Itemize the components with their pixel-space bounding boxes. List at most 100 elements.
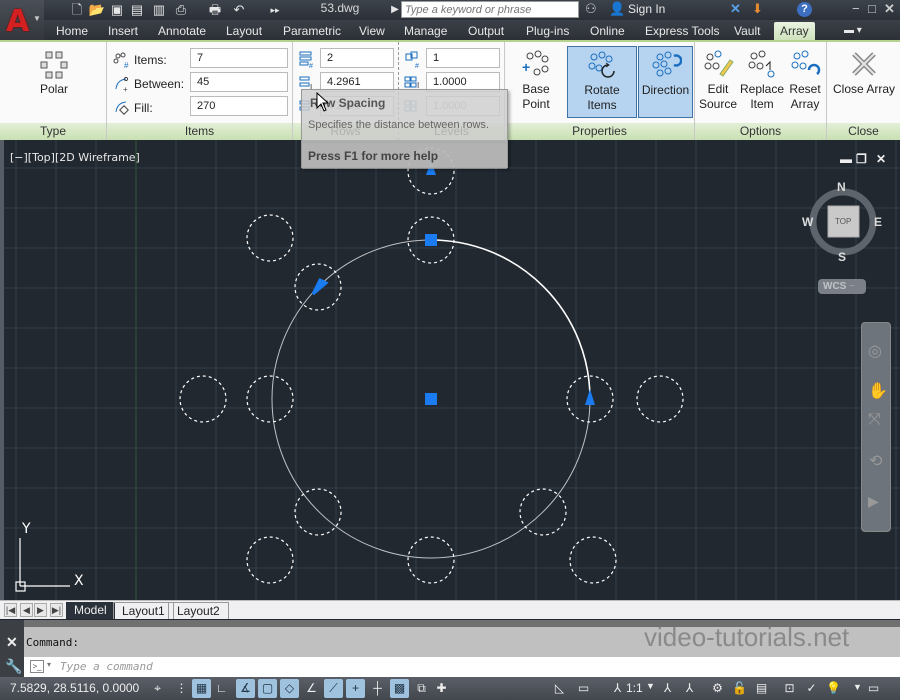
new-file-icon[interactable]: 🗋: [68, 1, 86, 19]
wcs-menu-button[interactable]: WCS −: [818, 279, 866, 294]
reset-array-button[interactable]: Reset Array: [785, 46, 825, 118]
recent-commands-icon[interactable]: ▾: [47, 660, 51, 669]
app-store-icon[interactable]: ⬇: [752, 1, 763, 17]
viewport-restore-icon[interactable]: ❐: [856, 152, 867, 166]
infer-constraints-icon[interactable]: ⌖: [148, 679, 167, 698]
annotation-visibility-icon[interactable]: ⅄: [658, 679, 677, 698]
model-space-icon[interactable]: ◺: [550, 679, 569, 698]
last-layout-icon[interactable]: ▶|: [50, 603, 63, 617]
undo-icon[interactable]: ↶: [230, 1, 248, 19]
maximize-icon[interactable]: □: [868, 1, 876, 16]
command-prompt-icon[interactable]: >_: [30, 660, 44, 673]
replace-item-button[interactable]: Replace Item: [740, 46, 784, 118]
customize-wrench-icon[interactable]: 🔧: [5, 658, 22, 675]
compass-south[interactable]: S: [838, 250, 846, 264]
status-menu-icon[interactable]: ▼: [853, 682, 862, 692]
object-snap-icon[interactable]: ▢: [258, 679, 277, 698]
open-file-icon[interactable]: 📂: [88, 1, 106, 19]
tab-layout1[interactable]: Layout1: [113, 602, 174, 619]
dynamic-input-icon[interactable]: +: [346, 679, 365, 698]
close-command-line-icon[interactable]: ✕: [6, 634, 18, 651]
compass-east[interactable]: E: [874, 215, 882, 229]
next-layout-icon[interactable]: ▶: [34, 603, 47, 617]
items-count-input[interactable]: [190, 48, 288, 68]
viewport-minimize-icon[interactable]: ▬: [840, 152, 852, 166]
tab-parametric[interactable]: Parametric: [277, 22, 347, 40]
tab-model[interactable]: Model: [66, 602, 115, 619]
lightbulb-icon[interactable]: 💡: [824, 679, 843, 698]
steering-wheel-icon[interactable]: ◎: [868, 341, 882, 361]
edit-source-button[interactable]: Edit Source: [697, 46, 739, 118]
annotation-scale-icon[interactable]: ⅄: [608, 679, 627, 698]
pan-hand-icon[interactable]: ✋: [868, 381, 888, 401]
save-to-cloud-icon[interactable]: ▣: [108, 1, 126, 19]
clean-screen-icon[interactable]: ▭: [864, 679, 883, 698]
minimize-icon[interactable]: −: [852, 1, 860, 16]
search-input[interactable]: [401, 1, 579, 18]
close-array-button[interactable]: Close Array: [829, 46, 899, 118]
tab-view[interactable]: View: [353, 22, 391, 40]
quick-properties-icon[interactable]: ⧉: [412, 679, 431, 698]
lock-ui-icon[interactable]: 🔓: [730, 679, 749, 698]
grid-display-icon[interactable]: ▦: [192, 679, 211, 698]
drawing-viewport[interactable]: YX [−][Top][2D Wireframe] ▬ ❐ ✕: [0, 140, 900, 600]
viewcube[interactable]: N S E W TOP: [802, 180, 882, 264]
print-icon[interactable]: 🖶: [206, 1, 224, 19]
angle-between-input[interactable]: [190, 72, 288, 92]
tab-vault[interactable]: Vault: [728, 22, 766, 40]
tab-express-tools[interactable]: Express Tools: [639, 22, 725, 40]
snap-mode-icon[interactable]: ⋮: [172, 679, 191, 698]
tab-output[interactable]: Output: [462, 22, 510, 40]
rotate-items-button[interactable]: Rotate Items: [567, 46, 637, 118]
exchange-icon[interactable]: ✕: [730, 1, 741, 17]
tab-manage[interactable]: Manage: [398, 22, 453, 40]
tab-plug-ins[interactable]: Plug-ins: [520, 22, 575, 40]
sign-in-button[interactable]: Sign In: [628, 2, 665, 16]
plot-preview-icon[interactable]: ⎙: [172, 1, 190, 19]
compass-west[interactable]: W: [802, 215, 813, 229]
showmotion-icon[interactable]: ▶: [868, 493, 879, 510]
levels-count-input[interactable]: [426, 48, 500, 68]
tab-online[interactable]: Online: [584, 22, 631, 40]
first-layout-icon[interactable]: |◀: [4, 603, 17, 617]
object-snap-tracking-icon[interactable]: ∠: [302, 679, 321, 698]
viewport-controls-label[interactable]: [−][Top][2D Wireframe]: [10, 151, 140, 164]
3d-object-snap-icon[interactable]: ◇: [280, 679, 299, 698]
more-tools-icon[interactable]: ▸▸: [266, 1, 284, 19]
tab-layout2[interactable]: Layout2: [168, 602, 229, 619]
orbit-icon[interactable]: ⟲: [869, 451, 882, 471]
close-window-icon[interactable]: ✕: [884, 1, 895, 17]
annotation-scale-dropdown-icon[interactable]: ▼: [646, 681, 655, 691]
tab-array[interactable]: Array: [774, 22, 815, 40]
annotation-monitor-icon[interactable]: ✓: [802, 679, 821, 698]
ribbon-display-toggle-icon[interactable]: ▬ ▾: [838, 22, 868, 40]
drawing-canvas[interactable]: YX: [4, 140, 900, 600]
annotation-scale-value[interactable]: 1:1: [626, 681, 643, 695]
tab-annotate[interactable]: Annotate: [152, 22, 212, 40]
compass-north[interactable]: N: [837, 180, 846, 194]
rows-count-input[interactable]: [320, 48, 394, 68]
ortho-mode-icon[interactable]: ∟: [212, 679, 231, 698]
command-line-grip[interactable]: ✕ 🔧: [0, 620, 24, 677]
isolate-objects-icon[interactable]: ⊡: [780, 679, 799, 698]
lineweight-icon[interactable]: ┼: [368, 679, 387, 698]
tab-home[interactable]: Home: [50, 22, 94, 40]
polar-button[interactable]: Polar: [24, 46, 84, 118]
save-icon[interactable]: ▤: [128, 1, 146, 19]
tab-layout[interactable]: Layout: [220, 22, 268, 40]
help-icon[interactable]: ?: [797, 2, 812, 17]
viewport-close-icon[interactable]: ✕: [876, 152, 886, 166]
fill-angle-input[interactable]: [190, 96, 288, 116]
tab-insert[interactable]: Insert: [102, 22, 144, 40]
quick-view-layouts-icon[interactable]: ▭: [574, 679, 593, 698]
dynamic-ucs-icon[interactable]: ⟋: [324, 679, 343, 698]
selection-cycling-icon[interactable]: ✚: [432, 679, 451, 698]
direction-button[interactable]: Direction: [638, 46, 693, 118]
binoculars-icon[interactable]: ⚇: [585, 1, 597, 17]
prev-layout-icon[interactable]: ◀: [20, 603, 33, 617]
base-point-button[interactable]: + Base Point: [507, 46, 565, 118]
workspace-settings-icon[interactable]: ⚙: [708, 679, 727, 698]
hardware-acceleration-icon[interactable]: ▤: [752, 679, 771, 698]
command-input[interactable]: >_ ▾ Type a command: [24, 657, 900, 677]
transparency-icon[interactable]: ▩: [390, 679, 409, 698]
